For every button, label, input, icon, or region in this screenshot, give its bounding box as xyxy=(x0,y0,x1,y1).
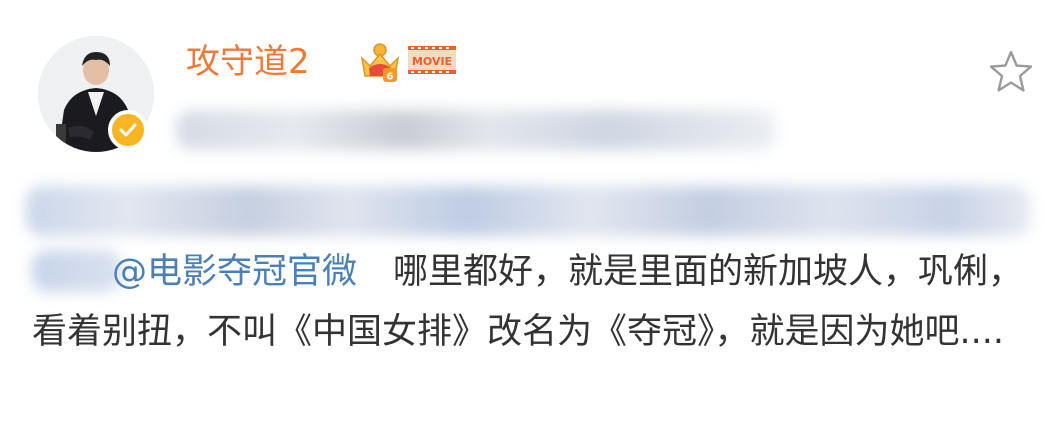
blurred-text-line xyxy=(26,186,1031,236)
verified-badge-icon xyxy=(108,110,148,150)
username-link[interactable]: 攻守道2 xyxy=(186,40,310,84)
svg-text:MOVIE: MOVIE xyxy=(412,55,452,68)
svg-text:6: 6 xyxy=(387,72,394,83)
post-body: @电影夺冠官微 哪里都好，就是里面的新加坡人，巩俐，看着别扭，不叫《中国女排》改名… xyxy=(32,242,1032,362)
mention-link[interactable]: @电影夺冠官微 xyxy=(112,252,357,292)
star-outline-icon[interactable] xyxy=(986,48,1036,96)
movie-badge-icon: MOVIE xyxy=(408,46,456,74)
crown-level-badge-icon: 6 xyxy=(360,43,400,83)
blurred-post-meta xyxy=(176,110,776,150)
